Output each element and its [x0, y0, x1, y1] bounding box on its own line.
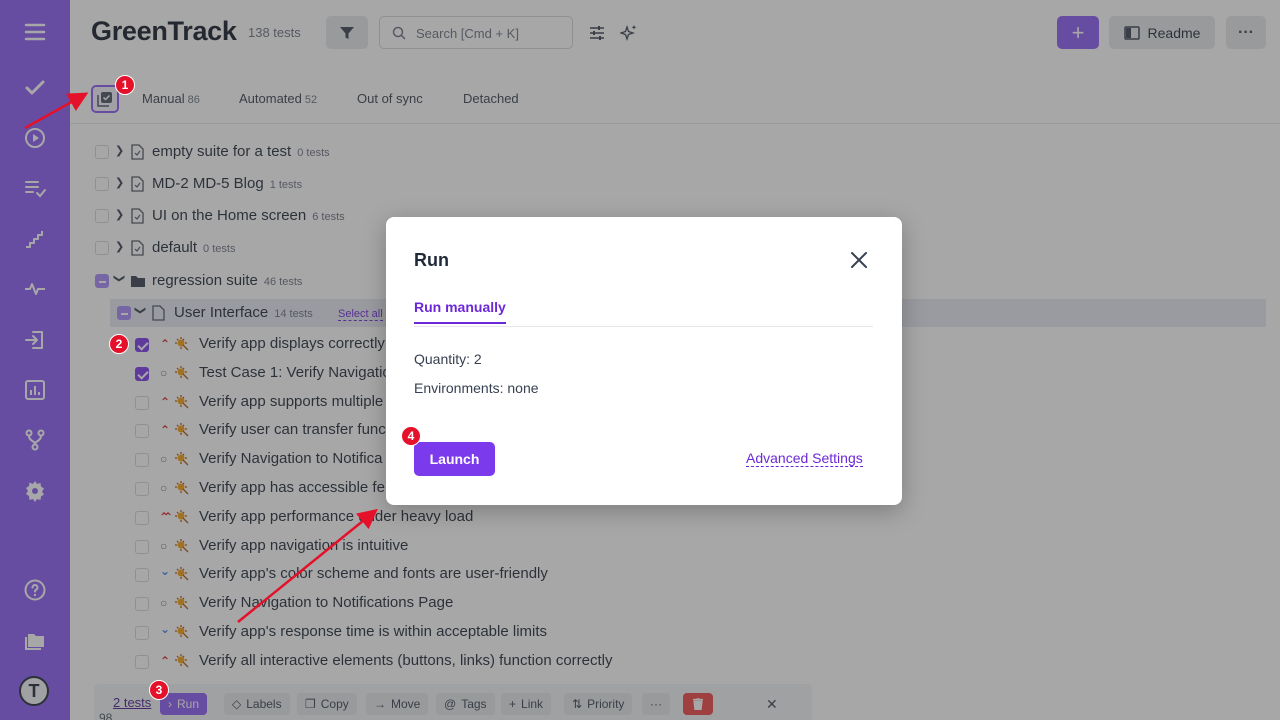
step-badge: 3: [149, 680, 169, 700]
step-badge: 2: [109, 334, 129, 354]
run-dialog: Run Run manually Quantity: 2 Environment…: [386, 217, 902, 505]
advanced-settings-link[interactable]: Advanced Settings: [746, 450, 863, 467]
quantity-text: Quantity: 2: [414, 351, 482, 367]
launch-button[interactable]: Launch: [414, 442, 495, 476]
environments-text: Environments: none: [414, 380, 539, 396]
dialog-tabs: Run manually: [414, 297, 873, 327]
tab-run-manually[interactable]: Run manually: [414, 299, 506, 324]
step-badge: 1: [115, 75, 135, 95]
step-badge: 4: [401, 426, 421, 446]
close-button[interactable]: [847, 248, 871, 272]
close-icon: [851, 252, 867, 268]
dialog-title: Run: [414, 250, 449, 270]
